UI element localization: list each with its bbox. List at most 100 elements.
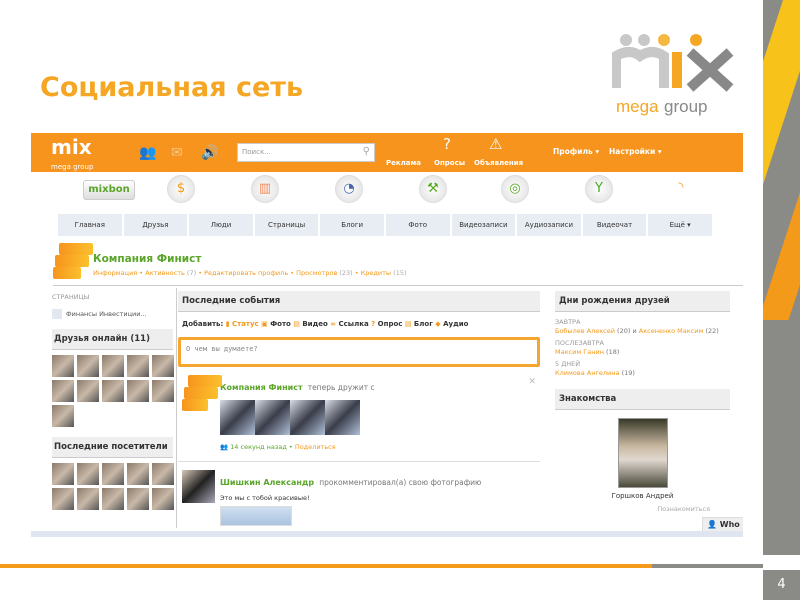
add-photo[interactable]: Фото xyxy=(270,320,291,328)
mail-icon[interactable]: ✉ xyxy=(171,145,183,161)
logo-text: mix xyxy=(51,135,92,159)
dating-name[interactable]: Горшков Андрей xyxy=(555,492,730,500)
settings-menu[interactable]: Настройки ▾ xyxy=(609,147,662,156)
birthday-friend[interactable]: Максим Ганин xyxy=(555,348,604,356)
views-link[interactable]: Просмотров xyxy=(296,269,337,277)
search-icon[interactable]: ⚲ xyxy=(363,146,370,157)
event-photo[interactable] xyxy=(220,506,292,526)
tab-videochat[interactable]: Видеочат xyxy=(582,214,647,236)
chart-app-icon[interactable]: ▥ xyxy=(251,175,279,203)
webcam-app-icon[interactable]: ◎ xyxy=(501,175,529,203)
profile-menu[interactable]: Профиль ▾ xyxy=(553,147,599,156)
search-input[interactable]: Поиск... ⚲ xyxy=(237,143,375,162)
friend-photo[interactable] xyxy=(325,400,360,435)
tab-people[interactable]: Люди xyxy=(189,214,253,236)
tab-videos[interactable]: Видеозаписи xyxy=(451,214,516,236)
close-icon[interactable]: ✕ xyxy=(528,377,536,387)
avatar[interactable] xyxy=(77,355,99,377)
profile-name[interactable]: Компания Финист xyxy=(93,253,201,265)
avatar[interactable] xyxy=(77,380,99,402)
friend-photo[interactable] xyxy=(290,400,325,435)
tab-more[interactable]: Ещё ▾ xyxy=(648,214,712,236)
avatar[interactable] xyxy=(152,355,174,377)
polls-link[interactable]: Опросы xyxy=(434,159,465,167)
last-visitors-header[interactable]: Последние посетители xyxy=(52,437,173,458)
tab-home[interactable]: Главная xyxy=(58,214,122,236)
mixbon-button[interactable]: mixbon xyxy=(83,180,135,200)
column-divider xyxy=(176,288,177,528)
who-button[interactable]: 👤 Who xyxy=(702,517,743,531)
tab-audio[interactable]: Аудиозаписи xyxy=(517,214,581,236)
tab-blogs[interactable]: Блоги xyxy=(320,214,384,236)
rss-icon[interactable]: ◝ xyxy=(667,175,695,203)
avatar[interactable] xyxy=(152,463,174,485)
left-column: СТРАНИЦЫ Финансы Инвестиции... Друзья он… xyxy=(52,288,174,510)
event-author[interactable]: Компания Финист xyxy=(220,383,303,392)
avatar[interactable] xyxy=(152,380,174,402)
slide-title: Социальная сеть xyxy=(40,72,304,103)
add-status[interactable]: Статус xyxy=(232,320,259,328)
avatar[interactable] xyxy=(102,380,124,402)
site-logo[interactable]: mix mega group xyxy=(51,137,93,177)
add-poll[interactable]: Опрос xyxy=(378,320,403,328)
add-video[interactable]: Видео xyxy=(302,320,327,328)
page-item[interactable]: Финансы Инвестиции... xyxy=(52,309,173,319)
avatar[interactable] xyxy=(52,463,74,485)
event-author[interactable]: Шишкин Александр xyxy=(220,478,314,487)
tab-photo[interactable]: Фото xyxy=(385,214,450,236)
activity-link[interactable]: Активность xyxy=(145,269,185,277)
auction-app-icon[interactable]: ⚒ xyxy=(419,175,447,203)
event-comment: Это мы с тобой красивые! xyxy=(220,494,310,502)
dating-photo[interactable] xyxy=(617,418,668,488)
birthday-friend[interactable]: Климова Ангелина xyxy=(555,369,619,377)
sound-icon[interactable]: 🔊 xyxy=(201,145,218,161)
add-blog[interactable]: Блог xyxy=(414,320,433,328)
share-link[interactable]: Поделиться xyxy=(295,443,336,451)
money-app-icon[interactable]: $ xyxy=(167,175,195,203)
avatar[interactable] xyxy=(127,380,149,402)
avatar[interactable] xyxy=(102,463,124,485)
add-link[interactable]: Ссылка xyxy=(339,320,369,328)
tomorrow-label: ЗАВТРА xyxy=(555,318,581,326)
friend-photos xyxy=(220,400,540,435)
avatar[interactable] xyxy=(127,463,149,485)
add-audio[interactable]: Аудио xyxy=(443,320,468,328)
feed-event: Шишкин Александр прокомментировал(а) сво… xyxy=(178,470,540,530)
avatar[interactable] xyxy=(52,405,74,427)
announcements-link[interactable]: Объявления xyxy=(474,159,523,167)
avatar[interactable] xyxy=(152,488,174,510)
friend-photo[interactable] xyxy=(255,400,290,435)
activity-count: (7) xyxy=(186,269,197,277)
add-bar: Добавить: ▮ Статус ▣ Фото ▤ Видео ∞ Ссыл… xyxy=(178,320,540,328)
avatar[interactable] xyxy=(52,488,74,510)
birthday-friend[interactable]: Аксененко Максим xyxy=(639,327,704,335)
person-app-icon[interactable]: Y xyxy=(585,175,613,203)
avatar[interactable] xyxy=(52,380,74,402)
status-input[interactable]: О чем вы думаете? xyxy=(178,337,540,367)
credits-link[interactable]: Кредиты xyxy=(361,269,391,277)
event-avatar[interactable] xyxy=(182,470,215,503)
tab-pages[interactable]: Страницы xyxy=(254,214,319,236)
avatar[interactable] xyxy=(77,463,99,485)
decorative-stripe xyxy=(763,0,800,555)
event-avatar[interactable] xyxy=(182,375,222,411)
avatar[interactable] xyxy=(127,355,149,377)
friends-online-header[interactable]: Друзья онлайн (11) xyxy=(52,329,173,350)
meet-link[interactable]: Познакомиться xyxy=(555,505,730,513)
info-link[interactable]: Информация xyxy=(93,269,137,277)
friends-icon[interactable]: 👥 xyxy=(139,145,156,161)
warning-icon: ⚠ xyxy=(489,135,503,153)
five-days-label: 5 ДНЕЙ xyxy=(555,360,581,368)
avatar[interactable] xyxy=(52,355,74,377)
ads-link[interactable]: Реклама xyxy=(386,159,421,167)
avatar[interactable] xyxy=(77,488,99,510)
avatar[interactable] xyxy=(102,488,124,510)
tab-friends[interactable]: Друзья xyxy=(123,214,188,236)
avatar[interactable] xyxy=(102,355,124,377)
friend-photo[interactable] xyxy=(220,400,255,435)
footer-line-gray xyxy=(652,564,763,568)
avatar[interactable] xyxy=(127,488,149,510)
edit-profile-link[interactable]: Редактировать профиль xyxy=(204,269,288,277)
birthday-friend[interactable]: Бобылев Алексей xyxy=(555,327,615,335)
presentation-app-icon[interactable]: ◔ xyxy=(335,175,363,203)
